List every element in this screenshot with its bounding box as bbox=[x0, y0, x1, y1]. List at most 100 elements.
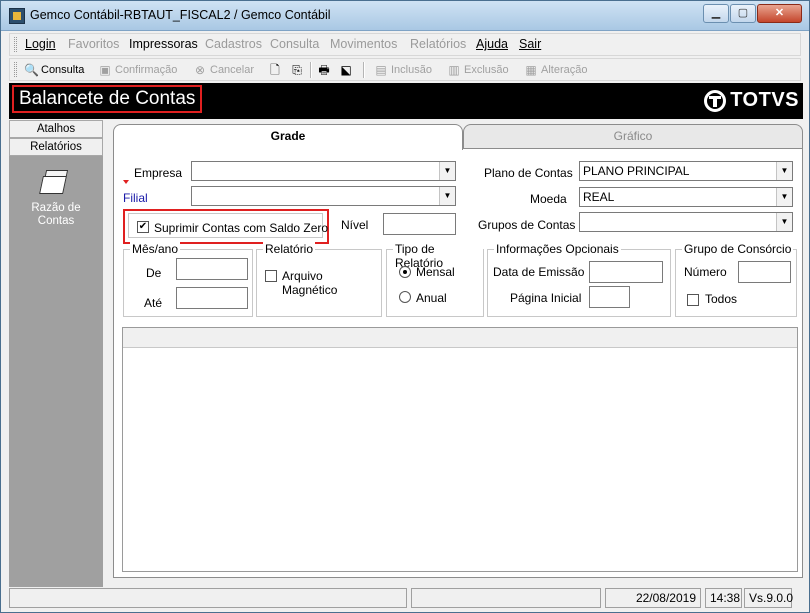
alteracao-icon: ▦ bbox=[525, 63, 537, 77]
relatorios-button[interactable]: Relatórios bbox=[9, 138, 103, 156]
grupo-consorcio-group: Grupo de Consórcio Número Todos bbox=[675, 242, 797, 317]
menu-ajuda[interactable]: Ajuda bbox=[476, 37, 508, 51]
empresa-label: Empresa bbox=[134, 166, 183, 180]
close-button[interactable]: ✕ bbox=[757, 4, 802, 23]
chevron-down-icon: ▼ bbox=[776, 188, 792, 206]
menu-ajuda-label: Ajuda bbox=[476, 37, 508, 51]
window-title: Gemco Contábil-RBTAUT_FISCAL2 / Gemco Co… bbox=[30, 8, 331, 22]
tab-grade[interactable]: Grade bbox=[113, 124, 463, 150]
tab-grafico[interactable]: Gráfico bbox=[463, 124, 803, 148]
exclusao-button[interactable]: ▥ Exclusão bbox=[447, 61, 509, 79]
app-icon bbox=[9, 8, 25, 24]
chevron-down-icon: ▼ bbox=[439, 187, 455, 205]
report-stack-icon bbox=[39, 168, 72, 198]
plano-contas-select[interactable]: PLANO PRINCIPAL ▼ bbox=[579, 161, 793, 181]
anual-label: Anual bbox=[416, 291, 447, 305]
arquivo-magnetico-label: Arquivo Magnético bbox=[282, 269, 338, 297]
informacoes-opcionais-title: Informações Opcionais bbox=[494, 242, 621, 256]
save-icon: ▣ bbox=[99, 63, 111, 77]
grupos-contas-select[interactable]: ▼ bbox=[579, 212, 793, 232]
toolbar-grip bbox=[14, 62, 17, 77]
anual-radio[interactable] bbox=[399, 291, 411, 303]
menu-sair[interactable]: Sair bbox=[519, 37, 541, 51]
grade-panel: Empresa ▼ Plano de Contas PLANO PRINCIPA… bbox=[113, 148, 803, 578]
status-bar: 22/08/2019 14:38 Vs.9.0.0 bbox=[9, 588, 803, 608]
inclusao-icon: ▤ bbox=[375, 63, 387, 77]
inclusao-button[interactable]: ▤ Inclusão bbox=[374, 61, 432, 79]
informacoes-opcionais-group: Informações Opcionais Data de Emissão Pá… bbox=[487, 242, 671, 317]
menu-movimentos[interactable]: Movimentos bbox=[330, 37, 397, 51]
mensal-label: Mensal bbox=[416, 265, 455, 279]
pagina-inicial-label: Página Inicial bbox=[510, 291, 582, 305]
grupos-contas-label: Grupos de Contas bbox=[478, 218, 576, 232]
mensal-radio[interactable] bbox=[399, 266, 411, 278]
mesano-group: Mês/ano De Até bbox=[123, 242, 253, 317]
menu-favoritos[interactable]: Favoritos bbox=[68, 37, 119, 51]
new-document-icon: 🗋 bbox=[270, 63, 280, 77]
chevron-down-icon: ▼ bbox=[776, 213, 792, 231]
alteracao-button[interactable]: ▦ Alteração bbox=[524, 61, 587, 79]
copy-icon: ⎘ bbox=[292, 63, 302, 77]
suprimir-checkbox[interactable]: ✔ bbox=[137, 221, 149, 233]
chevron-down-icon: ▼ bbox=[439, 162, 455, 180]
razao-de-contas-item[interactable]: Razão de Contas bbox=[17, 168, 95, 228]
results-grid[interactable] bbox=[122, 327, 798, 572]
atalhos-button[interactable]: Atalhos bbox=[9, 120, 103, 138]
totvs-logo-mark bbox=[704, 89, 727, 112]
title-bar: Gemco Contábil-RBTAUT_FISCAL2 / Gemco Co… bbox=[1, 1, 809, 31]
nivel-label: Nível bbox=[341, 218, 369, 232]
ate-input[interactable] bbox=[176, 287, 248, 309]
totvs-logo: TOTVS bbox=[704, 89, 799, 112]
razao-item-label-1: Razão de bbox=[31, 202, 81, 214]
filial-select[interactable]: ▼ bbox=[191, 186, 456, 206]
cancelar-button[interactable]: ⊗ Cancelar bbox=[193, 61, 254, 79]
de-input[interactable] bbox=[176, 258, 248, 280]
numero-label: Número bbox=[684, 265, 727, 279]
copy-button[interactable]: ⎘ bbox=[290, 61, 304, 79]
export-button[interactable]: ⬕ bbox=[339, 61, 353, 79]
numero-input[interactable] bbox=[738, 261, 791, 283]
cancel-icon: ⊗ bbox=[194, 63, 206, 77]
pagina-inicial-input[interactable] bbox=[589, 286, 630, 308]
menu-cadastros[interactable]: Cadastros bbox=[205, 37, 262, 51]
status-cell bbox=[411, 588, 601, 608]
maximize-button[interactable]: ▢ bbox=[730, 4, 756, 23]
totvs-brand-text: TOTVS bbox=[730, 89, 799, 111]
nivel-input[interactable] bbox=[383, 213, 456, 235]
data-emissao-input[interactable] bbox=[589, 261, 663, 283]
consulta-button[interactable]: 🔍 Consulta bbox=[24, 61, 84, 79]
plano-contas-label: Plano de Contas bbox=[484, 166, 573, 180]
alteracao-label: Alteração bbox=[541, 64, 588, 76]
status-date: 22/08/2019 bbox=[605, 588, 701, 608]
toolbar-separator bbox=[363, 62, 365, 78]
menu-login[interactable]: Login bbox=[25, 37, 56, 51]
menu-relatorios[interactable]: Relatórios bbox=[410, 37, 466, 51]
todos-label: Todos bbox=[705, 292, 738, 306]
left-panel: Atalhos Relatórios Razão de Contas bbox=[9, 120, 103, 587]
empresa-select[interactable]: ▼ bbox=[191, 161, 456, 181]
confirmacao-button[interactable]: ▣ Confirmação bbox=[98, 61, 177, 79]
toolbar: 🔍 Consulta ▣ Confirmação ⊗ Cancelar 🗋 ⎘ … bbox=[9, 58, 801, 81]
exclusao-label: Exclusão bbox=[464, 64, 509, 76]
tab-strip: Grade Gráfico bbox=[113, 124, 803, 150]
consulta-label: Consulta bbox=[41, 64, 85, 76]
todos-checkbox[interactable] bbox=[687, 294, 699, 306]
moeda-select[interactable]: REAL ▼ bbox=[579, 187, 793, 207]
consulta-icon: 🔍 bbox=[24, 63, 39, 77]
new-document-button[interactable]: 🗋 bbox=[268, 61, 282, 79]
chevron-down-icon: ▼ bbox=[776, 162, 792, 180]
filial-label: Filial bbox=[123, 191, 148, 205]
minimize-button[interactable]: ▁ bbox=[703, 4, 729, 23]
tipo-relatorio-group: Tipo de Relatório Mensal Anual bbox=[386, 242, 484, 317]
print-button[interactable]: 🖶 bbox=[317, 61, 331, 79]
menu-impressoras[interactable]: Impressoras bbox=[129, 37, 198, 51]
arquivo-magnetico-checkbox[interactable] bbox=[265, 270, 277, 282]
exclusao-icon: ▥ bbox=[448, 63, 460, 77]
inclusao-label: Inclusão bbox=[391, 64, 432, 76]
main-window: Gemco Contábil-RBTAUT_FISCAL2 / Gemco Co… bbox=[0, 0, 810, 613]
relatorio-title: Relatório bbox=[263, 242, 316, 256]
required-marker bbox=[123, 180, 129, 184]
main-area: Grade Gráfico Empresa ▼ Plano de Contas … bbox=[105, 120, 805, 587]
menu-bar: Login Favoritos Impressoras Cadastros Co… bbox=[9, 33, 801, 56]
menu-consulta[interactable]: Consulta bbox=[270, 37, 319, 51]
